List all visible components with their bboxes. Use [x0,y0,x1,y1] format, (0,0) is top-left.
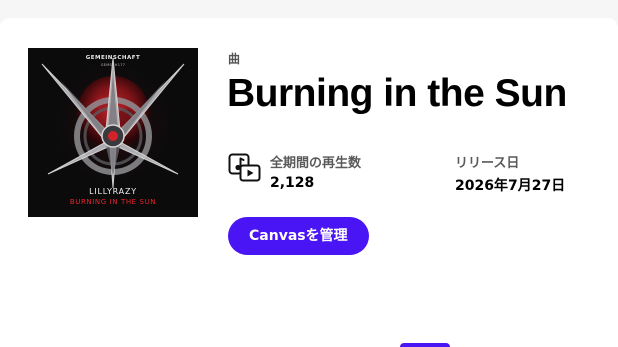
item-type-label: 曲 [228,52,241,66]
music-video-icon [228,153,261,182]
all-time-plays-value: 2,128 [270,175,315,191]
release-date-label: リリース日 [455,156,520,171]
track-header-card: GEMEINSCHAFT GEMSCH177 LILLYRAZY BURNING… [0,18,618,347]
cover-label-logo: GEMEINSCHAFT [85,55,141,61]
cover-track-title: BURNING IN THE SUN [69,198,157,206]
manage-canvas-button[interactable]: Canvasを管理 [228,217,369,255]
track-title: Burning in the Sun [227,72,567,115]
below-fold-section [0,336,618,347]
all-time-plays-label: 全期間の再生数 [270,156,362,171]
album-cover: GEMEINSCHAFT GEMSCH177 LILLYRAZY BURNING… [28,48,198,217]
cover-catalog-number: GEMSCH177 [100,63,126,67]
cover-artist-name: LILLYRAZY [89,187,137,196]
section-tab-indicator[interactable] [400,343,450,347]
release-date-value: 2026年7月27日 [455,178,566,194]
